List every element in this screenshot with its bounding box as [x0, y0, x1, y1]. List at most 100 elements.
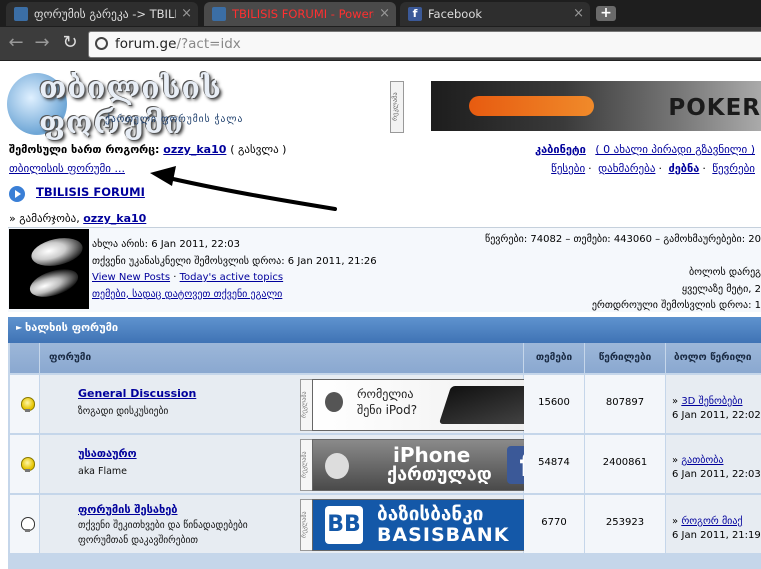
- forward-arrow-icon[interactable]: →: [32, 33, 52, 53]
- new-messages-link[interactable]: ( 0 ახალი პირადი გზავნილი ): [595, 143, 755, 156]
- welcome-line: » გამარჯობა, ozzy_ka10: [9, 212, 146, 225]
- address-bar[interactable]: forum.ge/?act=idx: [88, 31, 761, 58]
- forum-description: ზოგადი დისკუსიები: [78, 406, 169, 417]
- forum-name-link[interactable]: General Discussion: [78, 387, 196, 400]
- forum-name-link[interactable]: უსათაურო: [78, 447, 137, 460]
- forum-name-link[interactable]: ფორუმის შესახებ: [78, 503, 178, 516]
- category-bar[interactable]: ► ხალხის ფორუმი: [8, 317, 761, 343]
- breadcrumb-ellipsis[interactable]: ...: [114, 162, 125, 175]
- tab-title: ფორუმის გარეკა -> TBILISIS FORUMI: [34, 7, 176, 21]
- ad-tag: რეკლამა: [390, 81, 404, 133]
- reload-icon[interactable]: ↻: [60, 33, 80, 53]
- ipod-banner[interactable]: რომელია შენი iPod?: [312, 379, 553, 431]
- posts-count: 807897: [605, 397, 645, 408]
- breadcrumb: თბილისის ფორუმი ...: [9, 162, 125, 175]
- new-posts-bulb-icon: [21, 397, 35, 412]
- ad-pill: [469, 96, 594, 116]
- username-link[interactable]: ozzy_ka10: [163, 143, 226, 156]
- forum-title-link[interactable]: TBILISIS FORUMI: [36, 185, 145, 199]
- category-arrow-icon: ►: [16, 323, 23, 332]
- browser-tab-1[interactable]: ფორუმის გარეკა -> TBILISIS FORUMI ×: [6, 2, 198, 26]
- posts-count: 2400861: [602, 457, 648, 468]
- current-time: ახლა არის: 6 Jan 2011, 22:03: [92, 239, 240, 250]
- nav-members-link[interactable]: წევრები: [712, 162, 755, 175]
- last-post-info: » 3D შენობები 6 Jan 2011, 22:02 ს: [672, 395, 761, 423]
- logout-link[interactable]: ( გასვლა ): [230, 143, 286, 156]
- apple-logo-icon: [325, 392, 343, 412]
- poker-banner[interactable]: POKER: [431, 81, 761, 131]
- todays-active-link[interactable]: Today's active topics: [180, 272, 284, 283]
- breadcrumb-home-link[interactable]: თბილისის ფორუმი: [9, 162, 111, 175]
- browser-tab-strip: ფორუმის გარეკა -> TBILISIS FORUMI × TBIL…: [0, 0, 761, 27]
- last-post-date: 6 Jan 2011, 22:03 ს: [672, 469, 761, 480]
- back-arrow-icon[interactable]: ←: [6, 33, 26, 53]
- user-info-box: ახლა არის: 6 Jan 2011, 22:03 თქვენი უკან…: [8, 227, 761, 312]
- nav-help-link[interactable]: დახმარება: [598, 162, 655, 175]
- avatar: [9, 229, 89, 309]
- last-post-link[interactable]: როგორ მიაქ: [681, 516, 742, 527]
- account-links: კაბინეტი ( 0 ახალი პირადი გზავნილი ): [535, 143, 755, 156]
- banner-subtext: ქართულად: [387, 464, 492, 485]
- browser-tab-3[interactable]: f Facebook ×: [400, 2, 590, 26]
- iphone-banner[interactable]: iPhone ქართულად f: [312, 439, 553, 491]
- online-now: ერთდროული შემოსვლის დროა: 1: [591, 300, 761, 311]
- posts-count: 253923: [605, 517, 645, 528]
- basisbank-banner[interactable]: BB ბაზისბანკი BASISBANK: [312, 499, 553, 551]
- category-title: ხალხის ფორუმი: [25, 321, 119, 334]
- forum-description: თქვენი შეკითხვები და წინადადებები: [78, 520, 248, 531]
- top-ad[interactable]: რეკლამა POKER: [390, 69, 761, 133]
- tab-close-icon[interactable]: ×: [379, 2, 390, 26]
- apple-logo-icon: [325, 453, 349, 479]
- stats-line: წევრები: 74082 – თემები: 443060 – გამოხმ…: [485, 234, 761, 245]
- logo-title: თბილისის ფორუმი: [39, 71, 222, 141]
- forum-description-line2: ფორუმთან დაკავშირებით: [78, 535, 199, 546]
- play-arrow-icon: [9, 186, 25, 202]
- last-post-info: » გათბობა 6 Jan 2011, 22:03 ს: [672, 454, 761, 482]
- tab-title: TBILISIS FORUMI - Powered by IPB: [232, 7, 374, 21]
- welcome-prefix: » გამარჯობა,: [9, 212, 80, 225]
- nav-rules-link[interactable]: წესები: [551, 162, 585, 175]
- board-stats: წევრები: 74082 – თემები: 443060 – გამოხმ…: [485, 232, 761, 315]
- forum-favicon-icon: [212, 7, 226, 21]
- cabinet-link[interactable]: კაბინეტი: [535, 143, 586, 156]
- header-icon-cell: [10, 343, 39, 373]
- new-posts-bulb-icon: [21, 457, 35, 472]
- logged-in-line: შემოსული ხართ როგორც: ozzy_ka10 ( გასვლა…: [9, 143, 286, 156]
- header-forum: ფორუმი: [40, 343, 523, 373]
- topics-count: 15600: [538, 397, 570, 408]
- header-posts: წერილები: [585, 343, 665, 373]
- banner-subtext: BASISBANK: [377, 524, 510, 546]
- tab-close-icon[interactable]: ×: [181, 2, 192, 26]
- last-post-link[interactable]: გათბობა: [681, 455, 723, 466]
- browser-tab-2[interactable]: TBILISIS FORUMI - Powered by IPB ×: [204, 2, 396, 26]
- basisbank-logo-icon: BB: [325, 506, 363, 544]
- my-topics-link[interactable]: თემები, სადაც დატოვეთ თქვენი ეგალი: [92, 289, 282, 300]
- session-info: ახლა არის: 6 Jan 2011, 22:03 თქვენი უკან…: [92, 237, 377, 303]
- header-last-post: ბოლო წერილი: [666, 343, 761, 373]
- logged-prefix: შემოსული ხართ როგორც:: [9, 143, 160, 156]
- quick-links: View New Posts · Today's active topics: [92, 272, 284, 283]
- most-online: ყველაზე მეტი, 2: [681, 283, 761, 295]
- top-nav-links: წესები · დახმარება · ძებნა · წევრები: [551, 162, 755, 175]
- last-visit: თქვენი უკანასკნელი შემოსვლის დროა: 6 Jan…: [92, 255, 377, 267]
- forum-logo[interactable]: თბილისის ფორუმი ქართული ფორუმის ჭალა: [7, 67, 269, 141]
- last-post-link[interactable]: 3D შენობები: [681, 396, 742, 407]
- facebook-favicon-icon: f: [408, 7, 422, 21]
- welcome-username-link[interactable]: ozzy_ka10: [83, 212, 146, 225]
- tab-close-icon[interactable]: ×: [573, 2, 584, 26]
- nav-search-link[interactable]: ძებნა: [668, 162, 699, 175]
- view-new-posts-link[interactable]: View New Posts: [92, 272, 170, 283]
- last-post-info: » როგორ მიაქ 6 Jan 2011, 21:19 ს: [672, 515, 761, 543]
- url-text: forum.ge/?act=idx: [115, 36, 241, 52]
- forum-favicon-icon: [14, 7, 28, 21]
- last-post-date: 6 Jan 2011, 21:19 ს: [672, 530, 761, 541]
- poker-text: POKER: [668, 95, 761, 121]
- last-registered: ბოლოს დარეგ: [688, 267, 761, 278]
- forum-table: ფორუმი თემები წერილები ბოლო წერილი Gener…: [8, 343, 761, 569]
- tab-title: Facebook: [428, 7, 483, 21]
- new-tab-button[interactable]: +: [596, 6, 616, 21]
- forum-description: aka Flame: [78, 466, 128, 477]
- no-new-posts-bulb-icon: [21, 517, 35, 532]
- banner-text: რომელია შენი iPod?: [357, 387, 418, 417]
- browser-toolbar: ← → ↻ forum.ge/?act=idx: [0, 27, 761, 61]
